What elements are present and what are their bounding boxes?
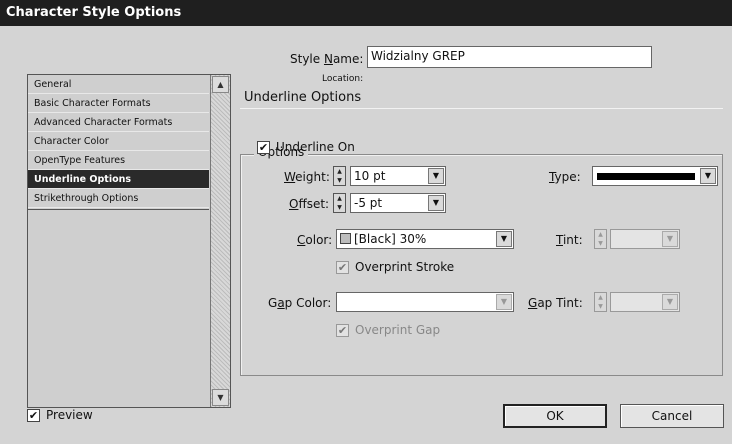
options-group bbox=[240, 154, 723, 376]
dialog-body: General Basic Character Formats Advanced… bbox=[0, 26, 732, 444]
check-icon: ✔ bbox=[258, 141, 269, 154]
scroll-down-arrow-icon[interactable]: ▼ bbox=[212, 389, 229, 406]
tint-stepper[interactable]: ▲ ▼ bbox=[594, 229, 607, 249]
color-value: [Black] 30% bbox=[354, 232, 427, 246]
tint-combo[interactable]: ▼ bbox=[610, 229, 680, 249]
color-swatch bbox=[340, 233, 351, 244]
sidebar-item-advanced-character-formats[interactable]: Advanced Character Formats bbox=[28, 113, 209, 132]
type-combo[interactable]: ▼ bbox=[592, 166, 718, 186]
gap-tint-label: Gap Tint: bbox=[528, 296, 583, 310]
preview-label: Preview bbox=[46, 408, 93, 422]
offset-stepper[interactable]: ▲ ▼ bbox=[333, 193, 346, 213]
underline-on-checkbox[interactable]: ✔ bbox=[257, 141, 270, 154]
gap-tint-stepper[interactable]: ▲ ▼ bbox=[594, 292, 607, 312]
decrement-arrow-icon: ▼ bbox=[598, 240, 603, 247]
tint-label: Tint: bbox=[556, 233, 583, 247]
increment-arrow-icon: ▲ bbox=[598, 231, 603, 238]
offset-label: Offset: bbox=[289, 197, 330, 211]
weight-label: Weight: bbox=[284, 170, 330, 184]
location-label: Location: bbox=[322, 74, 364, 84]
chevron-down-icon[interactable]: ▼ bbox=[496, 231, 512, 247]
overprint-stroke-checkbox[interactable]: ✔ bbox=[336, 261, 349, 274]
solid-line-preview bbox=[597, 173, 695, 180]
weight-combo[interactable]: 10 pt ▼ bbox=[350, 166, 446, 186]
overprint-stroke-label: Overprint Stroke bbox=[355, 260, 455, 274]
chevron-down-icon[interactable]: ▼ bbox=[662, 294, 678, 310]
decrement-arrow-icon: ▼ bbox=[337, 177, 342, 184]
color-label: Color: bbox=[297, 233, 333, 247]
check-icon: ✔ bbox=[337, 261, 348, 274]
increment-arrow-icon: ▲ bbox=[337, 168, 342, 175]
list-empty-area bbox=[28, 209, 209, 407]
section-divider bbox=[240, 108, 723, 109]
color-combo[interactable]: [Black] 30% ▼ bbox=[336, 229, 514, 249]
sidebar-item-strikethrough-options[interactable]: Strikethrough Options bbox=[28, 189, 209, 208]
check-icon: ✔ bbox=[28, 409, 39, 422]
sidebar-item-character-color[interactable]: Character Color bbox=[28, 132, 209, 151]
list-scrollbar[interactable]: ▲ ▼ bbox=[210, 75, 230, 407]
offset-combo[interactable]: -5 pt ▼ bbox=[350, 193, 446, 213]
overprint-gap-checkbox[interactable]: ✔ bbox=[336, 324, 349, 337]
chevron-down-icon[interactable]: ▼ bbox=[428, 195, 444, 211]
sidebar-item-basic-character-formats[interactable]: Basic Character Formats bbox=[28, 94, 209, 113]
gap-tint-combo[interactable]: ▼ bbox=[610, 292, 680, 312]
type-label: Type: bbox=[549, 170, 581, 184]
cancel-button[interactable]: Cancel bbox=[620, 404, 724, 428]
scroll-up-arrow-icon[interactable]: ▲ bbox=[212, 76, 229, 93]
chevron-down-icon[interactable]: ▼ bbox=[428, 168, 444, 184]
underline-on-label: Underline On bbox=[276, 140, 355, 154]
increment-arrow-icon: ▲ bbox=[337, 195, 342, 202]
chevron-down-icon[interactable]: ▼ bbox=[700, 168, 716, 184]
dialog-title-bar: Character Style Options bbox=[0, 0, 732, 26]
style-name-label: Style Name: bbox=[290, 52, 364, 66]
gap-color-combo[interactable]: ▼ bbox=[336, 292, 514, 312]
section-title: Underline Options bbox=[244, 90, 362, 105]
gap-color-label: Gap Color: bbox=[268, 296, 332, 310]
category-list: General Basic Character Formats Advanced… bbox=[27, 74, 231, 408]
check-icon: ✔ bbox=[337, 324, 348, 337]
style-name-input[interactable]: Widzialny GREP bbox=[367, 46, 652, 68]
increment-arrow-icon: ▲ bbox=[598, 294, 603, 301]
decrement-arrow-icon: ▼ bbox=[337, 204, 342, 211]
decrement-arrow-icon: ▼ bbox=[598, 303, 603, 310]
weight-value: 10 pt bbox=[354, 169, 386, 183]
chevron-down-icon[interactable]: ▼ bbox=[662, 231, 678, 247]
ok-button[interactable]: OK bbox=[503, 404, 607, 428]
preview-checkbox[interactable]: ✔ bbox=[27, 409, 40, 422]
weight-stepper[interactable]: ▲ ▼ bbox=[333, 166, 346, 186]
overprint-gap-label: Overprint Gap bbox=[355, 323, 441, 337]
sidebar-item-underline-options[interactable]: Underline Options bbox=[28, 170, 209, 189]
offset-value: -5 pt bbox=[354, 196, 383, 210]
sidebar-item-opentype-features[interactable]: OpenType Features bbox=[28, 151, 209, 170]
dialog-title: Character Style Options bbox=[6, 5, 182, 20]
sidebar-item-general[interactable]: General bbox=[28, 75, 209, 94]
chevron-down-icon[interactable]: ▼ bbox=[496, 294, 512, 310]
